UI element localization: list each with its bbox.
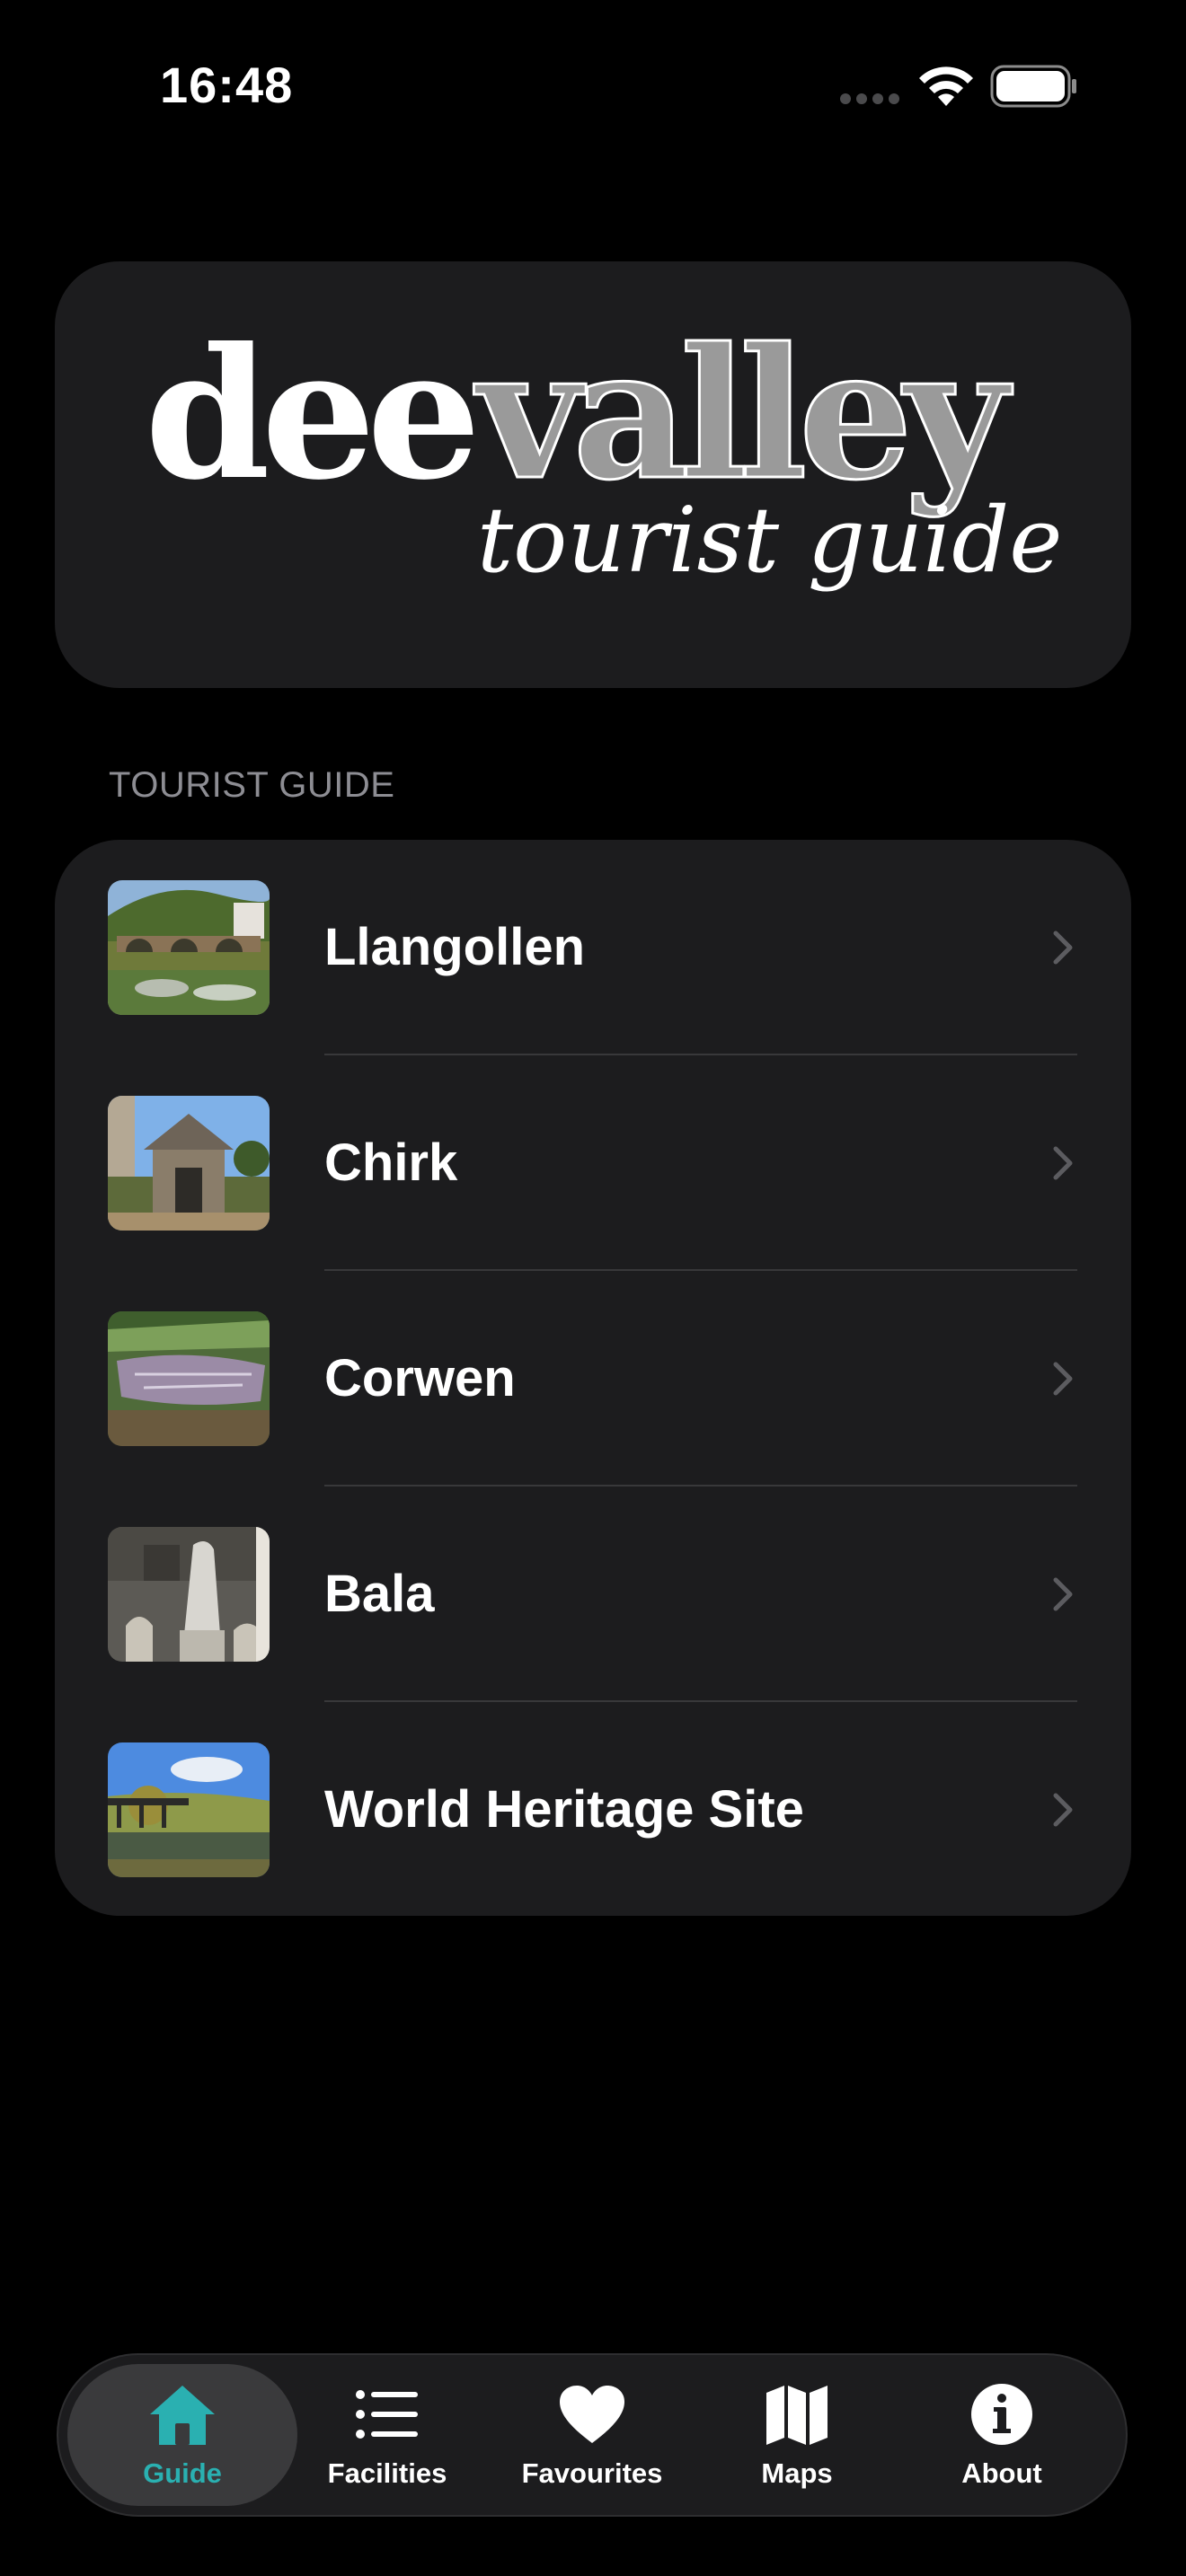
list-item-label: World Heritage Site (324, 1780, 804, 1839)
status-bar: 16:48 (0, 0, 1186, 171)
list-item-world-heritage-site[interactable]: World Heritage Site (55, 1702, 1131, 1916)
logo-dee: dee (145, 309, 474, 520)
list-item-chirk[interactable]: Chirk (55, 1055, 1131, 1271)
tab-about[interactable]: About (899, 2355, 1104, 2515)
list-item-label: Corwen (324, 1349, 516, 1407)
house-icon (150, 2386, 215, 2445)
list-item-label: Llangollen (324, 918, 585, 976)
list-item-bala[interactable]: Bala (55, 1486, 1131, 1702)
chevron-right-icon (1053, 931, 1073, 965)
corwen-thumbnail (108, 1311, 270, 1446)
tab-label: Maps (761, 2457, 833, 2489)
status-time: 16:48 (160, 57, 294, 113)
heart-icon (560, 2386, 624, 2443)
wifi-icon (919, 66, 973, 106)
chevron-right-icon (1053, 1793, 1073, 1827)
world-heritage-site-thumbnail (108, 1742, 270, 1877)
tab-bar: Guide Facilities Favourites Maps About (57, 2353, 1128, 2517)
tab-label: Facilities (327, 2457, 447, 2489)
tab-guide[interactable]: Guide (80, 2355, 285, 2515)
info-icon (971, 2384, 1032, 2445)
tab-favourites[interactable]: Favourites (490, 2355, 695, 2515)
dee-valley-logo: dee valley tourist guide (145, 308, 1062, 594)
cellular-signal-icon (840, 93, 899, 104)
chirk-thumbnail (108, 1096, 270, 1231)
map-icon (766, 2386, 828, 2445)
chevron-right-icon (1053, 1362, 1073, 1396)
tab-maps[interactable]: Maps (695, 2355, 899, 2515)
logo-tagline: tourist guide (477, 488, 1062, 593)
battery-icon (990, 65, 1076, 108)
chevron-right-icon (1053, 1577, 1073, 1611)
list-icon (356, 2390, 418, 2439)
guide-list: Llangollen Chirk Corwen Bala World Herit… (55, 840, 1131, 1916)
list-item-label: Bala (324, 1565, 435, 1623)
section-header: TOURIST GUIDE (109, 765, 395, 805)
list-item-corwen[interactable]: Corwen (55, 1271, 1131, 1486)
tab-facilities[interactable]: Facilities (285, 2355, 490, 2515)
list-item-label: Chirk (324, 1134, 458, 1192)
chevron-right-icon (1053, 1146, 1073, 1180)
tab-label: Favourites (521, 2457, 663, 2489)
llangollen-thumbnail (108, 880, 270, 1015)
list-item-llangollen[interactable]: Llangollen (55, 840, 1131, 1055)
logo-banner: dee valley tourist guide (55, 261, 1131, 688)
tab-label: About (961, 2457, 1042, 2489)
bala-thumbnail (108, 1527, 270, 1662)
tab-label: Guide (143, 2457, 222, 2489)
